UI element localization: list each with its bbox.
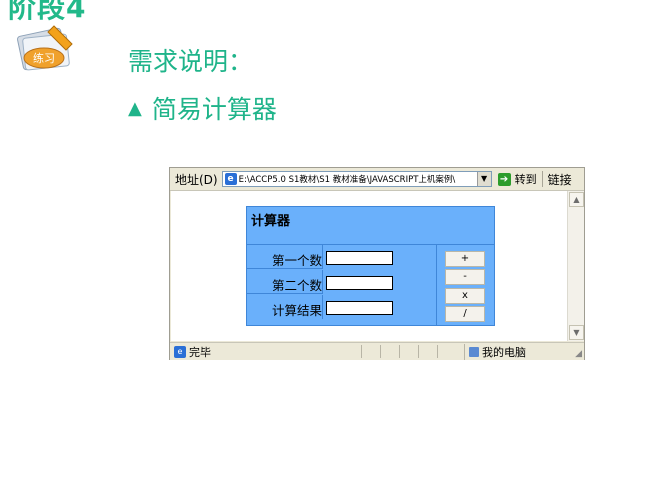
status-pane (418, 345, 437, 358)
result-label: 计算结果 (271, 303, 322, 318)
first-number-input[interactable] (326, 251, 393, 265)
add-button[interactable]: + (445, 251, 485, 267)
second-number-input[interactable] (326, 276, 393, 290)
status-pane (361, 345, 380, 358)
subtract-button[interactable]: - (445, 269, 485, 285)
calculator-table: 计算器 第一个数 第二个数 计算结果 + - x / (246, 206, 495, 326)
browser-window: 地址(D) e E:\ACCP5.0 S1教材\S1 教材准备\JAVASCRI… (169, 167, 585, 360)
bullet-text: 简易计算器 (151, 95, 277, 124)
ie-page-icon: e (224, 173, 237, 185)
status-panes (361, 345, 456, 358)
vertical-scrollbar[interactable]: ▲ ▼ (567, 191, 584, 341)
requirement-label: 需求说明： (128, 47, 254, 76)
done-page-icon: e (174, 345, 186, 358)
first-number-label: 第一个数 (271, 253, 322, 268)
result-input[interactable] (326, 301, 393, 315)
bullet-item: ▲ 简易计算器 (128, 90, 277, 126)
links-button[interactable]: 链接 (548, 171, 572, 188)
multiply-button[interactable]: x (445, 288, 485, 304)
status-pane (437, 345, 456, 358)
practice-badge-icon: 练习 (17, 25, 73, 71)
calculator-title: 计算器 (251, 214, 291, 229)
page-viewport: 计算器 第一个数 第二个数 计算结果 + - x / (171, 191, 567, 341)
status-pane (399, 345, 418, 358)
resize-grip-icon[interactable]: ◢ (575, 349, 582, 359)
second-number-label: 第二个数 (271, 278, 322, 293)
scroll-up-icon[interactable]: ▲ (569, 192, 584, 207)
go-button[interactable]: ➔ 转到 (497, 171, 537, 187)
triangle-bullet-icon: ▲ (128, 97, 142, 119)
my-computer-icon (469, 346, 479, 357)
security-zone: 我的电脑 (464, 343, 526, 360)
address-input[interactable]: e E:\ACCP5.0 S1教材\S1 教材准备\JAVASCRIPT上机案例… (221, 171, 492, 187)
divide-button[interactable]: / (445, 306, 485, 322)
svg-text:练习: 练习 (33, 51, 55, 65)
zone-text: 我的电脑 (482, 345, 526, 359)
status-bar: e 完毕 我的电脑 ◢ (170, 342, 584, 360)
scroll-down-icon[interactable]: ▼ (569, 325, 584, 340)
status-text: 完毕 (189, 345, 211, 359)
address-url[interactable]: E:\ACCP5.0 S1教材\S1 教材准备\JAVASCRIPT上机案例\ (239, 173, 477, 185)
go-arrow-icon: ➔ (497, 172, 511, 186)
toolbar-separator (541, 171, 543, 187)
status-pane (380, 345, 399, 358)
go-label: 转到 (514, 173, 537, 186)
address-dropdown-icon[interactable]: ▼ (476, 172, 491, 186)
operator-column-divider (436, 245, 437, 326)
address-bar: 地址(D) e E:\ACCP5.0 S1教材\S1 教材准备\JAVASCRI… (170, 168, 584, 191)
address-label: 地址(D) (175, 172, 218, 187)
